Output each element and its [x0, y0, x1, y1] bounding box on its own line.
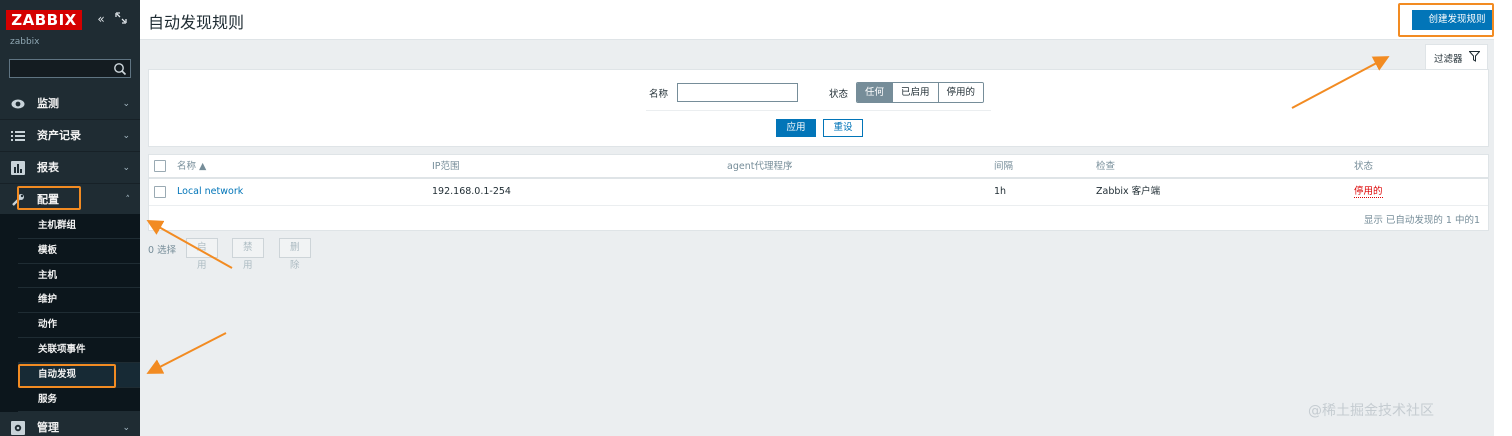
- column-header-checks: 检查: [1096, 161, 1116, 172]
- sidebar-search[interactable]: [9, 59, 131, 78]
- name-filter-label: 名称: [649, 89, 669, 100]
- column-header-ip-range: IP范围: [432, 161, 460, 172]
- bulk-delete-button[interactable]: 删除: [279, 238, 311, 271]
- zabbix-logo[interactable]: ZABBIX: [6, 10, 82, 30]
- list-icon: [11, 131, 25, 141]
- eye-icon: [11, 99, 25, 109]
- interval-value: 1h: [994, 186, 1007, 197]
- chevron-down-icon: ⌄: [122, 163, 130, 173]
- ip-range-value: 192.168.0.1-254: [432, 186, 511, 197]
- chevron-down-icon: ⌄: [122, 423, 130, 433]
- menu-monitoring[interactable]: 监测 ⌄: [0, 88, 140, 120]
- column-header-name[interactable]: 名称 ▲: [177, 155, 206, 179]
- reset-filter-button[interactable]: 重设: [823, 119, 863, 137]
- menu-label: 配置: [37, 193, 59, 206]
- chevron-down-icon: ⌄: [122, 131, 130, 141]
- status-disabled-label[interactable]: 停用的: [1354, 186, 1383, 198]
- row-checkbox[interactable]: [154, 186, 166, 198]
- menu-administration[interactable]: 管理 ⌄: [0, 412, 140, 436]
- submenu-discovery[interactable]: 自动发现: [18, 362, 140, 388]
- filter-tab[interactable]: 过滤器: [1425, 44, 1488, 70]
- search-icon[interactable]: [113, 62, 127, 76]
- arrow-to-discovery-submenu: [146, 332, 227, 374]
- bulk-enable-button[interactable]: 启用: [186, 238, 218, 271]
- submenu-maintenance[interactable]: 维护: [18, 288, 140, 314]
- menu-reports[interactable]: 报表 ⌄: [0, 152, 140, 184]
- create-discovery-rule-button[interactable]: 创建发现规则: [1412, 10, 1502, 30]
- status-option-any[interactable]: 任何: [857, 83, 894, 102]
- column-header-status: 状态: [1354, 161, 1374, 172]
- menu-label: 监测: [37, 97, 59, 110]
- submenu-actions[interactable]: 动作: [18, 313, 140, 338]
- collapse-sidebar-icon[interactable]: «: [94, 12, 108, 26]
- rule-name-link[interactable]: Local network: [177, 180, 243, 204]
- submenu-templates[interactable]: 模板: [18, 239, 140, 264]
- server-name: zabbix: [10, 37, 40, 47]
- sidebar: ZABBIX « zabbix 监测 ⌄ 资产记录 ⌄ 报表 ⌄ 配置 ˄ 主机…: [0, 0, 140, 436]
- wrench-icon: [12, 194, 24, 206]
- table-header-row: 名称 ▲ IP范围 agent代理程序 间隔 检查 状态: [149, 155, 1488, 179]
- status-option-disabled[interactable]: 停用的: [938, 83, 984, 102]
- menu-inventory[interactable]: 资产记录 ⌄: [0, 120, 140, 152]
- funnel-icon: [1469, 51, 1480, 62]
- menu-configuration[interactable]: 配置 ˄: [0, 184, 140, 216]
- status-segmented-control: 任何 已启用 停用的: [856, 82, 985, 103]
- filter-divider: [646, 110, 991, 111]
- discovery-rules-table: 名称 ▲ IP范围 agent代理程序 间隔 检查 状态 Local netwo…: [148, 154, 1489, 231]
- apply-filter-button[interactable]: 应用: [776, 119, 816, 137]
- filter-panel: 名称 状态 任何 已启用 停用的 应用 重设: [148, 69, 1489, 147]
- column-header-proxy: agent代理程序: [727, 161, 793, 172]
- search-input[interactable]: [10, 60, 110, 77]
- page-title: 自动发现规则: [148, 13, 245, 32]
- watermark: @稀土掘金技术社区: [1308, 403, 1434, 419]
- selected-count: 0 选择: [148, 245, 177, 256]
- page-header: 自动发现规则 创建发现规则: [140, 0, 1512, 40]
- menu-label: 管理: [37, 421, 59, 434]
- menu-label: 报表: [37, 161, 59, 174]
- status-filter-label: 状态: [829, 89, 849, 100]
- submenu-event-correlation[interactable]: 关联项事件: [18, 338, 140, 363]
- adjacent-window-edge: [1494, 0, 1512, 436]
- submenu-hosts[interactable]: 主机: [18, 264, 140, 289]
- submenu-gutter: [0, 214, 18, 412]
- name-filter-input[interactable]: [677, 83, 798, 102]
- bulk-disable-button[interactable]: 禁用: [232, 238, 264, 271]
- submenu-host-groups[interactable]: 主机群组: [18, 214, 140, 239]
- configuration-submenu: 主机群组 模板 主机 维护 动作 关联项事件 自动发现 服务: [18, 214, 140, 413]
- kiosk-mode-icon[interactable]: [114, 12, 128, 26]
- status-option-enabled[interactable]: 已启用: [893, 83, 939, 102]
- gear-icon: [11, 421, 25, 435]
- chevron-down-icon: ⌄: [122, 99, 130, 109]
- column-header-interval: 间隔: [994, 161, 1014, 172]
- bar-chart-icon: [11, 161, 25, 175]
- checks-value: Zabbix 客户端: [1096, 186, 1161, 197]
- status-toggle[interactable]: 停用的: [1354, 186, 1383, 198]
- select-all-checkbox[interactable]: [154, 160, 166, 172]
- menu-label: 资产记录: [37, 129, 81, 142]
- chevron-up-icon: ˄: [125, 195, 131, 205]
- submenu-services[interactable]: 服务: [18, 388, 140, 413]
- table-row: Local network 192.168.0.1-254 1h Zabbix …: [149, 180, 1488, 206]
- table-summary: 显示 已自动发现的 1 中的1: [1363, 215, 1480, 226]
- filter-tab-label: 过滤器: [1434, 54, 1463, 65]
